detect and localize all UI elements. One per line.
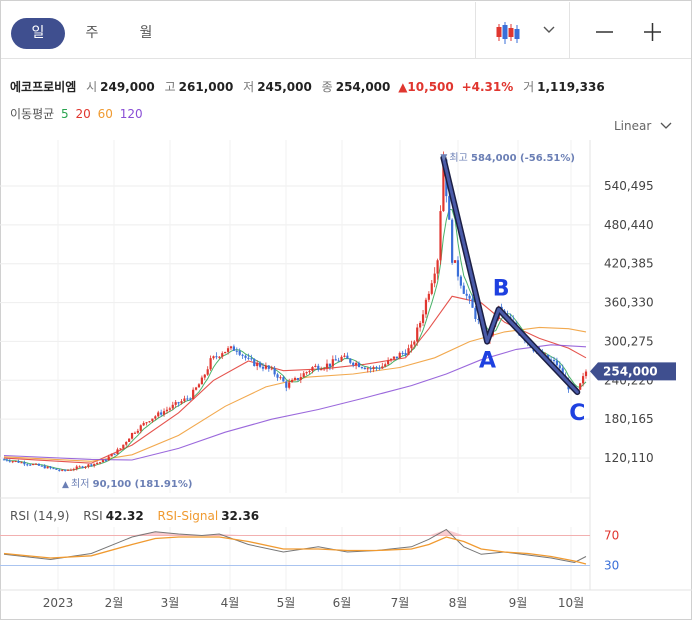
price-summary: 에코프로비엠 시 249,000 고 261,000 저 245,000 종 254,0… — [10, 78, 605, 95]
moving-average-legend: 이동평균 5 20 60 120 — [10, 105, 143, 122]
chart-type-selector[interactable] — [495, 19, 565, 47]
change-percent: +4.31% — [461, 80, 514, 94]
chevron-down-icon — [660, 122, 672, 129]
change-value: ▲10,500 — [398, 80, 454, 94]
volume-value: 1,119,336 — [537, 80, 605, 94]
high-label: 고 — [164, 80, 176, 94]
toolbar-divider — [475, 2, 476, 59]
rsi-legend: RSI (14,9) RSI 42.32 RSI-Signal 32.36 — [10, 509, 259, 523]
minus-icon — [596, 31, 613, 33]
period-month-tab[interactable]: 월 — [127, 18, 165, 49]
plus-icon — [644, 23, 661, 41]
scale-mode-label: Linear — [614, 119, 652, 133]
ma-60: 60 — [97, 107, 113, 121]
volume-label: 거 — [523, 80, 535, 94]
period-week-tab[interactable]: 주 — [73, 18, 111, 49]
close-label: 종 — [321, 80, 333, 94]
ma-5: 5 — [61, 107, 69, 121]
rsi-value: 42.32 — [105, 509, 144, 523]
open-label: 시 — [86, 80, 98, 94]
period-day-tab[interactable]: 일 — [11, 18, 65, 49]
zoom-out-button[interactable] — [591, 19, 619, 47]
rsi-label: RSI — [83, 509, 103, 523]
low-value: 245,000 — [257, 80, 312, 94]
scale-mode-selector[interactable]: Linear — [614, 119, 672, 133]
stock-name: 에코프로비엠 — [10, 80, 77, 94]
close-value: 254,000 — [335, 80, 391, 94]
toolbar: 일 주 월 — [1, 1, 691, 59]
rsi-signal-label: RSI-Signal — [157, 509, 219, 523]
ma-120: 120 — [119, 107, 143, 121]
chevron-down-icon — [543, 26, 555, 33]
ma-20: 20 — [75, 107, 91, 121]
toolbar-divider — [569, 2, 570, 59]
zoom-in-button[interactable] — [639, 19, 667, 47]
open-value: 249,000 — [100, 80, 155, 94]
rsi-signal-value: 32.36 — [221, 509, 260, 523]
ma-label: 이동평균 — [10, 107, 55, 121]
rsi-title: RSI (14,9) — [10, 509, 70, 523]
high-value: 261,000 — [178, 80, 234, 94]
low-label: 저 — [243, 80, 255, 94]
